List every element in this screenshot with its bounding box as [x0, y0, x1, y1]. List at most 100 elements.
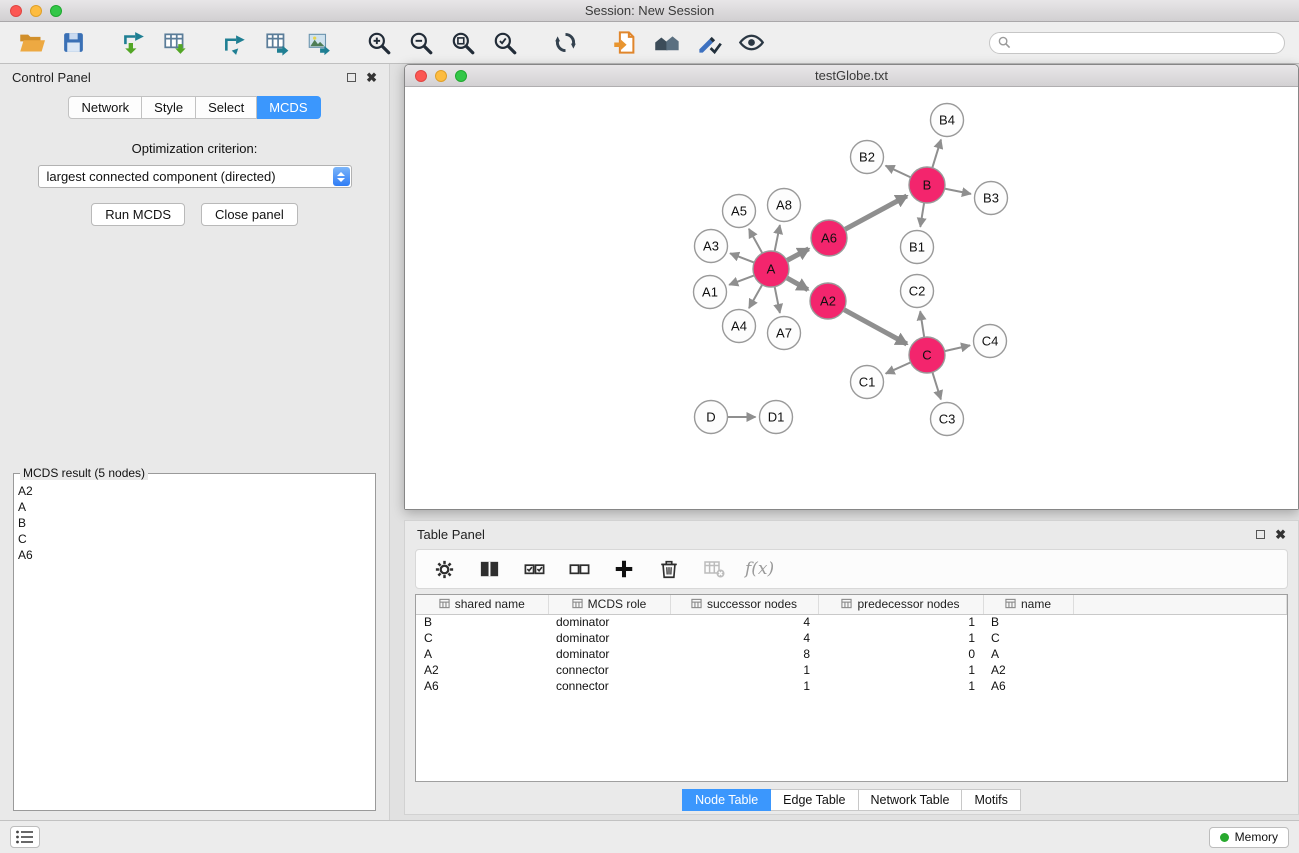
- table-settings-button[interactable]: [430, 555, 458, 583]
- edge-A2-C[interactable]: [844, 310, 907, 344]
- edge-B-B1[interactable]: [920, 203, 924, 227]
- edge-A6-B[interactable]: [845, 196, 907, 230]
- edge-A-A8[interactable]: [775, 225, 780, 251]
- delete-column-button[interactable]: [655, 555, 683, 583]
- tab-network-table[interactable]: Network Table: [859, 789, 963, 811]
- apply-style-button[interactable]: [692, 26, 726, 60]
- node-A8[interactable]: A8: [768, 189, 801, 222]
- tab-node-table[interactable]: Node Table: [682, 789, 771, 811]
- mcds-result-item[interactable]: C: [18, 531, 371, 547]
- table-row[interactable]: A2connector11A2: [416, 662, 1287, 678]
- import-network-button[interactable]: [116, 26, 150, 60]
- save-session-button[interactable]: [56, 26, 90, 60]
- edge-C-C1[interactable]: [886, 362, 911, 373]
- mcds-result-item[interactable]: B: [18, 515, 371, 531]
- column-header-mcds-role[interactable]: MCDS role: [548, 595, 670, 614]
- node-A5[interactable]: A5: [723, 195, 756, 228]
- session-document-button[interactable]: [608, 26, 642, 60]
- table-row[interactable]: A6connector11A6: [416, 678, 1287, 694]
- export-network-button[interactable]: [218, 26, 252, 60]
- edge-B-B4[interactable]: [932, 140, 941, 168]
- edge-A-A4[interactable]: [749, 285, 762, 308]
- tab-motifs[interactable]: Motifs: [962, 789, 1020, 811]
- node-D1[interactable]: D1: [760, 401, 793, 434]
- network-zoom-button[interactable]: [455, 70, 467, 82]
- run-mcds-button[interactable]: Run MCDS: [91, 203, 185, 226]
- node-A7[interactable]: A7: [768, 317, 801, 350]
- close-panel-icon[interactable]: ✖: [366, 71, 377, 84]
- mcds-result-item[interactable]: A2: [18, 483, 371, 499]
- node-A1[interactable]: A1: [694, 276, 727, 309]
- zoom-out-button[interactable]: [404, 26, 438, 60]
- create-column-button[interactable]: [610, 555, 638, 583]
- zoom-selected-button[interactable]: [488, 26, 522, 60]
- node-A3[interactable]: A3: [695, 230, 728, 263]
- edge-A-A5[interactable]: [749, 229, 762, 253]
- memory-button[interactable]: Memory: [1209, 827, 1289, 848]
- node-A6[interactable]: A6: [811, 220, 847, 256]
- node-C4[interactable]: C4: [974, 325, 1007, 358]
- node-C2[interactable]: C2: [901, 275, 934, 308]
- node-D[interactable]: D: [695, 401, 728, 434]
- select-all-columns-button[interactable]: [520, 555, 548, 583]
- open-session-button[interactable]: [14, 26, 48, 60]
- node-B4[interactable]: B4: [931, 104, 964, 137]
- column-header-name[interactable]: name: [983, 595, 1073, 614]
- criterion-dropdown[interactable]: largest connected component (directed): [38, 165, 352, 188]
- node-C[interactable]: C: [909, 337, 945, 373]
- tab-style[interactable]: Style: [142, 96, 196, 119]
- edge-B-B2[interactable]: [886, 166, 911, 178]
- column-header-successor-nodes[interactable]: successor nodes: [670, 595, 818, 614]
- apply-layout-button[interactable]: [548, 26, 582, 60]
- delete-table-button[interactable]: [700, 555, 728, 583]
- edge-C-C4[interactable]: [945, 345, 970, 351]
- node-B2[interactable]: B2: [851, 141, 884, 174]
- node-C1[interactable]: C1: [851, 366, 884, 399]
- show-columns-button[interactable]: [475, 555, 503, 583]
- edge-A-A1[interactable]: [729, 275, 754, 284]
- table-row[interactable]: Adominator80A: [416, 646, 1287, 662]
- tab-network[interactable]: Network: [68, 96, 142, 119]
- node-B1[interactable]: B1: [901, 231, 934, 264]
- edge-C-C3[interactable]: [932, 372, 941, 399]
- network-canvas[interactable]: B4B2BB3A5A8A6A3B1AA1C2A2A4A7CC4C1C3DD1: [405, 87, 1298, 509]
- node-C3[interactable]: C3: [931, 403, 964, 436]
- float-panel-icon[interactable]: [347, 73, 356, 82]
- export-table-button[interactable]: [260, 26, 294, 60]
- edge-C-C2[interactable]: [920, 311, 924, 337]
- export-image-button[interactable]: [302, 26, 336, 60]
- zoom-window-button[interactable]: [50, 5, 62, 17]
- search-input[interactable]: [1016, 36, 1276, 50]
- import-table-button[interactable]: [158, 26, 192, 60]
- mcds-result-item[interactable]: A6: [18, 547, 371, 563]
- edge-A-A6[interactable]: [787, 249, 809, 261]
- show-hide-button[interactable]: [734, 26, 768, 60]
- table-row[interactable]: Bdominator41B: [416, 614, 1287, 630]
- node-B[interactable]: B: [909, 167, 945, 203]
- edge-B-B3[interactable]: [945, 189, 971, 194]
- tab-select[interactable]: Select: [196, 96, 257, 119]
- zoom-in-button[interactable]: [362, 26, 396, 60]
- edge-A-A3[interactable]: [730, 253, 754, 262]
- function-builder-button[interactable]: f(x): [745, 555, 774, 583]
- edge-A-A7[interactable]: [775, 287, 780, 313]
- close-window-button[interactable]: [10, 5, 22, 17]
- edge-A-A2[interactable]: [787, 278, 808, 290]
- node-A[interactable]: A: [753, 251, 789, 287]
- table-row[interactable]: Cdominator41C: [416, 630, 1287, 646]
- close-panel-button[interactable]: Close panel: [201, 203, 298, 226]
- task-history-button[interactable]: [10, 826, 40, 848]
- node-B3[interactable]: B3: [975, 182, 1008, 215]
- mcds-result-item[interactable]: A: [18, 499, 371, 515]
- network-minimize-button[interactable]: [435, 70, 447, 82]
- network-close-button[interactable]: [415, 70, 427, 82]
- tab-mcds[interactable]: MCDS: [257, 96, 320, 119]
- node-A2[interactable]: A2: [810, 283, 846, 319]
- close-table-panel-icon[interactable]: ✖: [1275, 528, 1286, 541]
- network-overview-button[interactable]: [650, 26, 684, 60]
- column-header-shared-name[interactable]: shared name: [416, 595, 548, 614]
- column-header-predecessor-nodes[interactable]: predecessor nodes: [818, 595, 983, 614]
- minimize-window-button[interactable]: [30, 5, 42, 17]
- float-table-panel-icon[interactable]: [1256, 530, 1265, 539]
- tab-edge-table[interactable]: Edge Table: [771, 789, 858, 811]
